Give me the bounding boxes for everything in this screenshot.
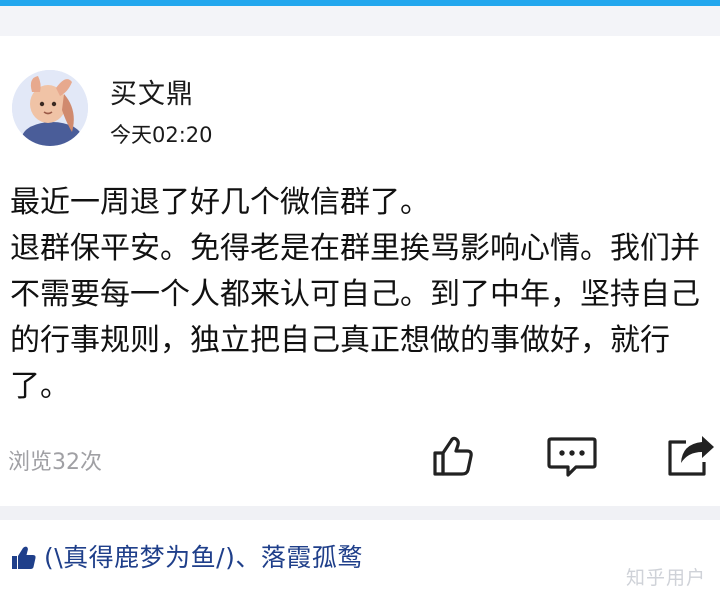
comment-button[interactable]	[544, 428, 600, 484]
thumbs-up-icon	[12, 546, 36, 569]
share-button[interactable]	[662, 428, 718, 484]
moments-post-screen: 买文鼎 今天02:20 最近一周退了好几个微信群了。 退群保平安。免得老是在群里…	[0, 0, 720, 600]
post-content: 最近一周退了好几个微信群了。 退群保平安。免得老是在群里挨骂影响心情。我们并不需…	[10, 185, 700, 404]
post-timestamp: 今天02:20	[110, 123, 213, 147]
likes-names[interactable]: (\真得鹿梦为鱼/)、落霞孤鹜	[44, 538, 363, 574]
likes-row: (\真得鹿梦为鱼/)、落霞孤鹜 知乎用户	[0, 520, 720, 600]
avatar[interactable]	[12, 70, 88, 146]
section-divider	[0, 506, 720, 520]
top-band	[0, 6, 720, 36]
like-button[interactable]	[424, 428, 480, 484]
share-icon	[668, 436, 714, 476]
view-count: 浏览32次	[8, 450, 102, 475]
post-card: 买文鼎 今天02:20 最近一周退了好几个微信群了。 退群保平安。免得老是在群里…	[0, 36, 720, 506]
author-name[interactable]: 买文鼎	[110, 72, 194, 111]
thumbs-up-icon	[433, 436, 473, 476]
comment-icon	[547, 437, 597, 477]
avatar-image	[12, 70, 88, 146]
watermark: 知乎用户	[625, 567, 706, 589]
